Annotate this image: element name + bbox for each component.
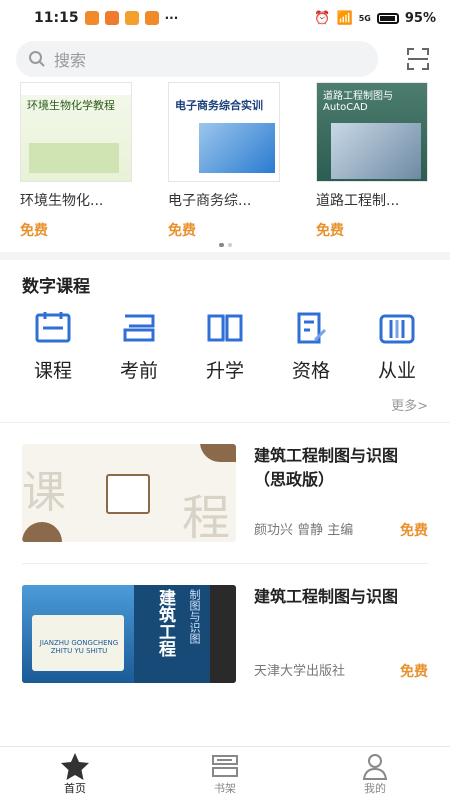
course-price: 免费 [400, 664, 428, 680]
app-notification-icon [144, 11, 159, 25]
battery-icon [376, 12, 399, 24]
course-icon [35, 312, 71, 343]
course-cover-text: JIANZHU GONGCHENG ZHITU YU SHITU [39, 639, 119, 655]
app-notification-icon [104, 11, 119, 25]
book-cover: 电子商务综合实训 [168, 82, 280, 182]
course-price: 免费 [400, 523, 428, 539]
search-row: 搜索 [0, 36, 450, 82]
course-cover-text: 制图与识图 [188, 589, 201, 644]
network-label: 5G [358, 13, 371, 23]
carousel-dots [0, 240, 450, 250]
wifi-icon: 📶 [336, 10, 353, 26]
category-label: 课程 [33, 360, 72, 382]
book-carousel[interactable]: 环境生物化学教程 环境生物化... 免费 电子商务综合实训 电子商务综... 免… [0, 82, 450, 240]
search-icon [29, 51, 45, 67]
category-label: 考前 [119, 360, 158, 382]
course-cover-text: 程 [181, 490, 230, 542]
alarm-icon: ⏰ [314, 10, 331, 26]
tab-home[interactable]: 首页 [0, 747, 150, 800]
section-title: 数字课程 [22, 277, 90, 297]
book-cover: 环境生物化学教程 [20, 82, 132, 182]
book-card[interactable]: 环境生物化学教程 环境生物化... 免费 [20, 82, 138, 240]
user-icon [362, 753, 388, 780]
course-item[interactable]: JIANZHU GONGCHENG ZHITU YU SHITU 建筑工程 制图… [0, 564, 450, 704]
bottom-tab-bar: 首页 书架 我的 [0, 746, 450, 800]
app-notification-icon [84, 11, 99, 25]
status-bar: 11:15 ··· ⏰ 📶 5G 95% [0, 0, 450, 36]
status-time: 11:15 [34, 10, 79, 26]
book-cover-title: 电子商务综合实训 [175, 99, 263, 112]
tab-label: 我的 [364, 781, 386, 795]
book-price: 免费 [168, 223, 196, 239]
search-placeholder: 搜索 [54, 51, 87, 70]
course-info: 建筑工程制图与识图 天津大学出版社 免费 [254, 585, 428, 683]
category-career[interactable]: 从业 [362, 310, 432, 392]
category-exam[interactable]: 考前 [104, 310, 174, 392]
bookshelf-icon [212, 754, 238, 777]
course-title: 建筑工程制图与识图 [254, 587, 399, 606]
course-cover-text: 课 [22, 467, 66, 518]
book-card[interactable]: 电子商务综合实训 电子商务综... 免费 [168, 82, 286, 240]
category-course[interactable]: 课程 [18, 310, 88, 392]
course-author: 颜功兴 曾静 主编 [254, 523, 354, 538]
course-item[interactable]: 课 程 建筑工程制图与识图（思政版） 颜功兴 曾静 主编 免费 [0, 423, 450, 563]
book-name: 道路工程制... [316, 193, 400, 209]
course-info: 建筑工程制图与识图（思政版） 颜功兴 曾静 主编 免费 [254, 444, 428, 542]
book-card[interactable]: 道路工程制图与AutoCAD 道路工程制... 免费 [316, 82, 434, 240]
category-label: 资格 [291, 360, 330, 382]
category-label: 升学 [205, 360, 244, 382]
book-price: 免费 [316, 223, 344, 239]
exam-icon [123, 314, 155, 342]
star-icon [61, 752, 89, 780]
section-separator [0, 252, 450, 260]
category-qualification[interactable]: 资格 [276, 310, 346, 392]
category-label: 从业 [377, 360, 416, 382]
book-cover-title: 道路工程制图与AutoCAD [323, 91, 393, 113]
battery-percent: 95% [404, 10, 436, 26]
message-icon [124, 11, 139, 25]
course-cover: 课 程 [22, 444, 236, 542]
course-cover: JIANZHU GONGCHENG ZHITU YU SHITU 建筑工程 制图… [22, 585, 236, 683]
certificate-icon [297, 312, 327, 344]
book-name: 环境生物化... [20, 193, 104, 209]
course-title: 建筑工程制图与识图（思政版） [254, 446, 399, 489]
career-icon [379, 314, 415, 344]
course-cover-text: 建筑工程 [155, 589, 175, 657]
book-cover: 道路工程制图与AutoCAD [316, 82, 428, 182]
scan-icon[interactable] [406, 47, 430, 71]
book-price: 免费 [20, 223, 48, 239]
tab-bookshelf[interactable]: 书架 [150, 747, 300, 800]
tab-label: 书架 [214, 781, 236, 795]
book-open-icon [207, 314, 243, 342]
more-link[interactable]: 更多> [0, 392, 450, 422]
category-advance[interactable]: 升学 [190, 310, 260, 392]
book-cover-title: 环境生物化学教程 [27, 99, 115, 112]
tab-profile[interactable]: 我的 [300, 747, 450, 800]
more-notifications-icon: ··· [164, 11, 179, 25]
course-author: 天津大学出版社 [254, 664, 346, 679]
tab-label: 首页 [64, 781, 86, 795]
category-grid: 课程 考前 升学 资格 从业 [0, 302, 450, 392]
book-name: 电子商务综... [168, 193, 252, 209]
search-input[interactable]: 搜索 [16, 41, 378, 77]
